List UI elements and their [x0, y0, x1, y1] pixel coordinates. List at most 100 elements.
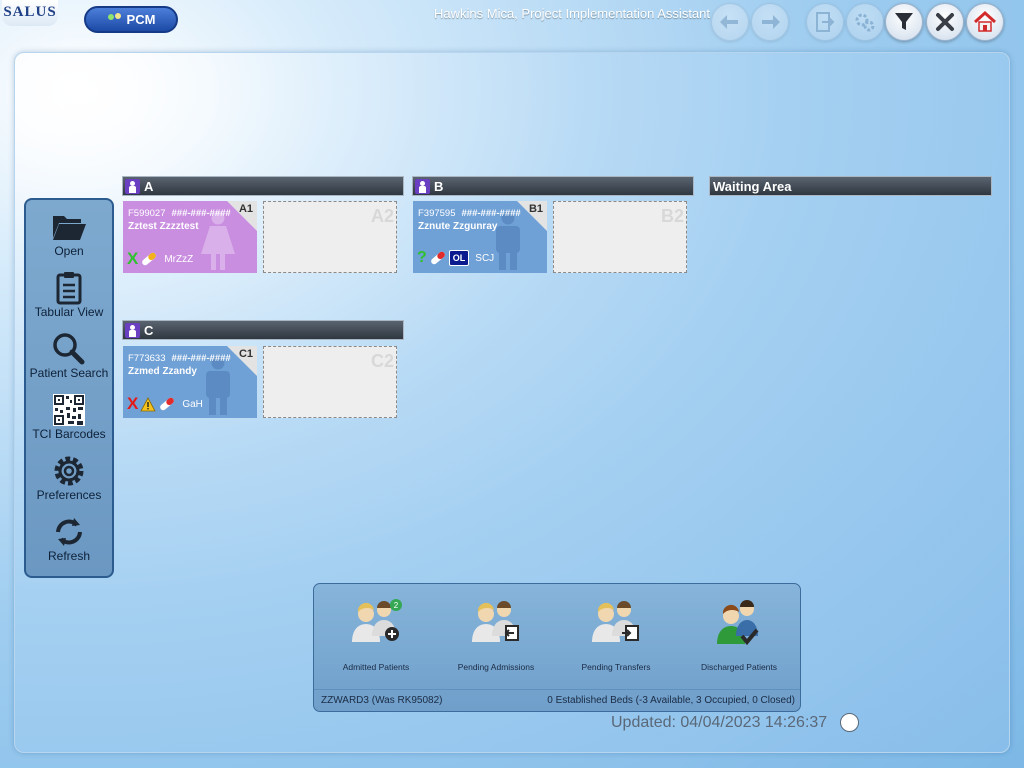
- sidebar-item-label: Open: [54, 244, 84, 258]
- gears-icon: [855, 13, 875, 32]
- warning-icon: [140, 396, 157, 411]
- admitted-patients-icon: 2: [352, 599, 402, 642]
- sidebar-item-label: Refresh: [47, 549, 91, 563]
- admitted-count-badge: 2: [394, 601, 399, 610]
- discharged-patients-icon: [717, 600, 759, 646]
- bed-card-b2-empty[interactable]: B2: [553, 201, 687, 273]
- sidebar-item-patient-search[interactable]: Patient Search: [26, 328, 112, 386]
- bed-card-a2-empty[interactable]: A2: [263, 201, 397, 273]
- status-mark: X: [127, 394, 139, 413]
- sidebar-item-label: Preferences: [36, 488, 102, 502]
- bed-card-a1[interactable]: A1 F599027 ###-###-#### Zztest Zzzztest X…: [123, 201, 257, 273]
- settings-button[interactable]: [846, 3, 884, 41]
- exit-door-icon: [816, 12, 835, 32]
- exit-button[interactable]: [806, 3, 844, 41]
- bay-person-icon: [125, 322, 140, 338]
- sidebar-item-tci-barcodes[interactable]: TCI Barcodes: [26, 389, 112, 447]
- pill-icon: [160, 397, 175, 411]
- filter-button[interactable]: [885, 3, 923, 41]
- status-mark: ?: [417, 249, 427, 266]
- forward-button[interactable]: [751, 3, 789, 41]
- qr-code-icon: [53, 394, 85, 426]
- bed-code: A2: [370, 206, 394, 226]
- pending-transfers-icon: [592, 601, 639, 642]
- bed-code: B2: [660, 206, 684, 226]
- patient-id: F773633: [128, 353, 166, 364]
- pcm-button-label: PCM: [126, 12, 156, 27]
- close-button[interactable]: [926, 3, 964, 41]
- beds-summary: 0 Established Beds (-3 Available, 3 Occu…: [547, 695, 795, 706]
- pending-transfers-button[interactable]: Pending Transfers: [561, 598, 671, 672]
- pill-icon: [430, 251, 445, 265]
- sidebar-item-tabular-view[interactable]: Tabular View: [26, 267, 112, 325]
- admitted-patients-button[interactable]: 2 Admitted Patients: [321, 598, 431, 672]
- magnifier-icon: [53, 333, 85, 365]
- discharged-patients-button[interactable]: Discharged Patients: [684, 598, 794, 672]
- salus-logo: SALUS: [2, 0, 58, 26]
- patient-id: F599027: [128, 208, 166, 219]
- consultant-code: MrZzZ: [164, 253, 194, 265]
- patient-name: Zzmed Zzandy: [128, 366, 197, 377]
- people-icon: [107, 12, 123, 27]
- sidebar-item-label: Patient Search: [29, 366, 109, 380]
- sidebar-item-label: TCI Barcodes: [32, 427, 106, 441]
- bay-person-icon: [125, 178, 140, 194]
- back-button[interactable]: [711, 3, 749, 41]
- dock-item-label: Discharged Patients: [700, 662, 778, 672]
- home-button[interactable]: [966, 3, 1004, 41]
- bay-label: B: [434, 178, 444, 194]
- filter-icon: [895, 13, 913, 30]
- pcm-module-button[interactable]: PCM: [84, 6, 178, 33]
- pending-admissions-button[interactable]: Pending Admissions: [441, 598, 551, 672]
- sidebar-item-refresh[interactable]: Refresh: [26, 511, 112, 569]
- bed-code: B1: [528, 203, 543, 215]
- top-bar: SALUS PCM Hawkins Mica, Project Implemen…: [0, 0, 1024, 44]
- nhs-number: ###-###-####: [171, 353, 231, 364]
- bay-person-icon: [415, 178, 430, 194]
- dock-footer: ZZWARD3 (Was RK95082) 0 Established Beds…: [314, 689, 800, 711]
- sidebar-item-open[interactable]: Open: [26, 206, 112, 264]
- updated-timestamp: Updated: 04/04/2023 14:26:37: [611, 714, 828, 731]
- consultant-code: GaH: [182, 398, 203, 410]
- nhs-number: ###-###-####: [171, 208, 231, 219]
- dock-item-label: Pending Admissions: [457, 662, 535, 672]
- clipboard-icon: [56, 272, 82, 305]
- bed-status-icons: X GaH: [127, 394, 203, 414]
- status-mark: X: [127, 249, 139, 268]
- dock-item-label: Pending Transfers: [581, 662, 651, 672]
- pending-admissions-icon: [472, 601, 519, 642]
- patient-id-line: F397595 ###-###-####: [418, 208, 521, 219]
- bed-status-icons: X MrZzZ: [127, 249, 193, 269]
- gear-icon: [54, 456, 84, 486]
- patient-name: Zztest Zzzztest: [128, 221, 199, 232]
- pill-icon: [142, 252, 157, 266]
- patient-name: Zznute Zzgunray: [418, 221, 498, 232]
- bay-header-b: B: [412, 176, 694, 196]
- sidebar: Open Tabular View Patient Search TCI Bar…: [24, 198, 114, 578]
- bay-label: Waiting Area: [713, 178, 792, 194]
- male-figure-icon: [206, 356, 230, 415]
- bay-header-c: C: [122, 320, 404, 340]
- close-icon: [936, 13, 954, 31]
- patient-id-line: F599027 ###-###-####: [128, 208, 231, 219]
- bay-header-a: A: [122, 176, 404, 196]
- ol-badge: OL: [448, 250, 470, 266]
- consultant-code: SCJ: [475, 252, 495, 264]
- status-indicator-icon: [840, 713, 859, 732]
- refresh-icon: [56, 518, 82, 546]
- nhs-number: ###-###-####: [461, 208, 521, 219]
- bed-card-b1[interactable]: B1 F397595 ###-###-#### Zznute Zzgunray ?…: [413, 201, 547, 273]
- sidebar-item-preferences[interactable]: Preferences: [26, 450, 112, 508]
- bed-card-c2-empty[interactable]: C2: [263, 346, 397, 418]
- ward-name: ZZWARD3 (Was RK95082): [321, 695, 443, 706]
- bay-label: A: [144, 178, 154, 194]
- back-arrow-icon: [720, 15, 738, 29]
- user-title: Hawkins Mica, Project Implementation Ass…: [434, 6, 710, 21]
- bay-header-waiting-area: Waiting Area: [709, 176, 992, 196]
- bed-status-icons: ? OL SCJ: [417, 249, 494, 267]
- forward-arrow-icon: [762, 15, 780, 29]
- bed-code: C2: [370, 351, 394, 371]
- bed-code: A1: [238, 203, 253, 215]
- home-icon: [973, 10, 997, 32]
- bed-card-c1[interactable]: C1 F773633 ###-###-#### Zzmed Zzandy X Ga…: [123, 346, 257, 418]
